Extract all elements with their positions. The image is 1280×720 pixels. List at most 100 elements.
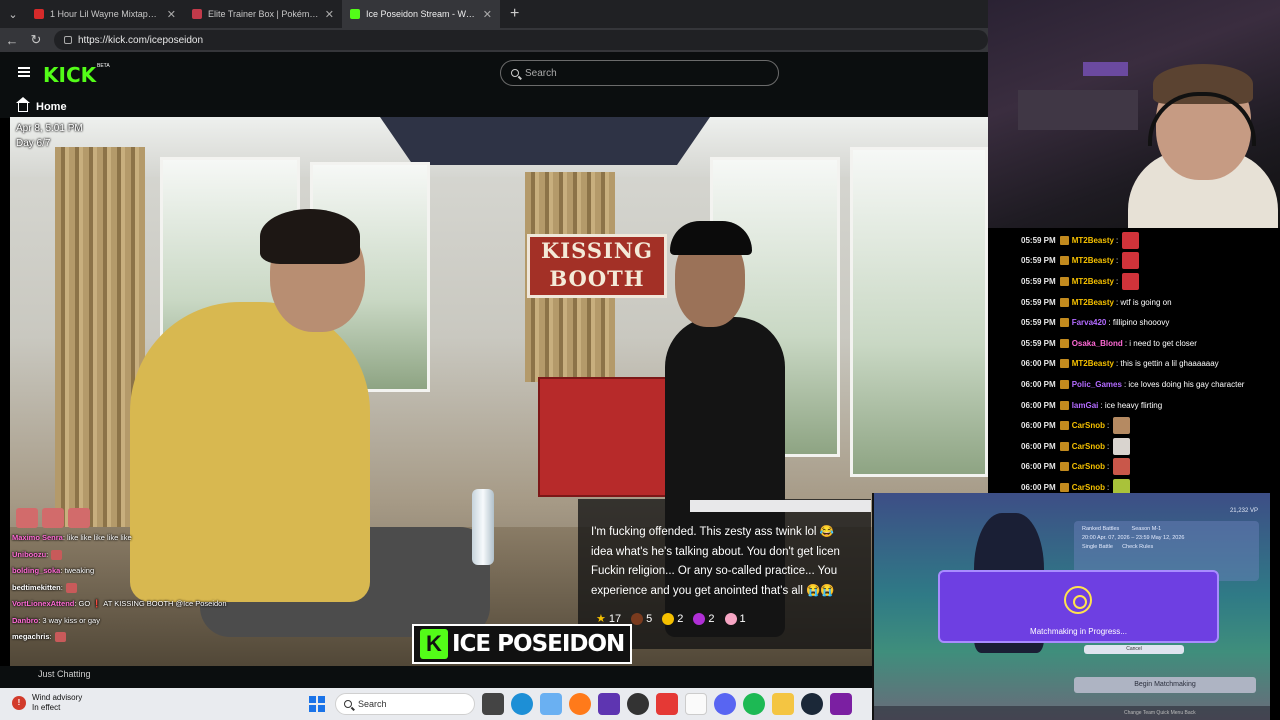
reaction-emoji-icon xyxy=(631,612,644,625)
chat-username[interactable]: CarSnob xyxy=(1072,442,1105,451)
chat-message: 05:59 PM MT2Beasty: xyxy=(988,230,1280,251)
chat-text: fillipino shooovy xyxy=(1112,318,1170,328)
stream-date: Apr 8, 5:01 PM xyxy=(16,123,83,134)
sidebar-item-home[interactable]: Home xyxy=(0,96,990,118)
app-icon[interactable] xyxy=(627,693,649,715)
chat-colon: : xyxy=(1107,462,1112,472)
stream-name-banner: K ICE POSEIDON xyxy=(412,624,633,664)
browser-tab[interactable]: Elite Trainer Box | Pokémon Center ✕ xyxy=(184,0,342,28)
chat-message: 06:00 PM MT2Beasty: this is gettin a lil … xyxy=(988,354,1280,375)
overlay-chat-user: Danbro xyxy=(12,615,39,625)
discord-icon[interactable] xyxy=(714,693,736,715)
chat-username[interactable]: CarSnob xyxy=(1072,462,1105,471)
reaction-count: 5 xyxy=(646,612,653,625)
badge-icon xyxy=(1059,400,1069,410)
taskbar-apps: Search xyxy=(306,693,852,715)
firefox-icon[interactable] xyxy=(569,693,591,715)
spotify-icon[interactable] xyxy=(743,693,765,715)
panel-title: Ranked Battles Season M-1 xyxy=(1082,525,1251,534)
webcam-background xyxy=(1083,62,1128,76)
browser-tab[interactable]: 1 Hour Lil Wayne Mixtape Prime ✕ xyxy=(26,0,184,28)
url-input[interactable]: https://kick.com/iceposeidon xyxy=(54,30,988,50)
chat-username[interactable]: Farva420 xyxy=(1072,318,1107,327)
game-footer-hints: Change Team Quick Menu Back xyxy=(874,706,1270,720)
chat-time: 06:00 PM xyxy=(1021,359,1056,369)
weather-widget[interactable]: ! Wind advisory In effect xyxy=(12,693,82,713)
overlay-chat-text: tweaking xyxy=(64,566,95,575)
reload-icon[interactable]: ↻ xyxy=(24,32,48,48)
reaction-count: 1 xyxy=(739,612,746,625)
kick-logo[interactable]: KICK xyxy=(43,63,96,87)
reaction: 1 xyxy=(724,612,746,625)
category-strip xyxy=(0,666,872,688)
back-arrow-icon[interactable]: ← xyxy=(0,33,24,48)
chat-time: 05:59 PM xyxy=(1021,276,1056,286)
folder-icon[interactable] xyxy=(772,693,794,715)
edge-icon[interactable] xyxy=(511,693,533,715)
check-rules-button[interactable]: Check Rules xyxy=(1122,544,1153,550)
steam-icon[interactable] xyxy=(801,693,823,715)
chat-username[interactable]: MT2Beasty xyxy=(1072,236,1114,245)
tab-title: Ice Poseidon Stream - Watch xyxy=(366,9,477,19)
close-tab-icon[interactable]: ✕ xyxy=(483,8,492,21)
panel-mode-row: Single Battle Check Rules xyxy=(1082,543,1251,552)
chat-username[interactable]: MT2Beasty xyxy=(1072,277,1114,286)
new-tab-plus-icon[interactable]: + xyxy=(500,5,529,23)
browser-tab-bar: ⌄ 1 Hour Lil Wayne Mixtape Prime ✕ Elite… xyxy=(0,0,990,28)
menu-hamburger-icon[interactable] xyxy=(18,67,30,77)
reaction-emoji-icon xyxy=(724,612,737,625)
badge-icon xyxy=(1059,276,1069,286)
overlay-chat-line: bedtimekitten: xyxy=(12,580,252,597)
webcam-background xyxy=(1018,90,1138,130)
chat-time: 05:59 PM xyxy=(1021,297,1056,307)
cancel-button[interactable]: Cancel xyxy=(1084,645,1184,654)
chat-message: 06:00 PM CarSnob: xyxy=(988,415,1280,436)
site-info-icon[interactable] xyxy=(64,36,72,44)
taskbar-search-input[interactable]: Search xyxy=(335,693,475,715)
badge-icon xyxy=(1059,379,1069,389)
scene-cabinet xyxy=(538,377,668,497)
badge-icon xyxy=(1059,421,1069,431)
chat-username[interactable]: IamGai xyxy=(1072,401,1099,410)
chat-username[interactable]: Polic_Games xyxy=(1072,380,1122,389)
matchmaking-dialog: Matchmaking in Progress... xyxy=(938,570,1219,643)
weather-title: Wind advisory xyxy=(32,693,83,702)
badge-icon xyxy=(1059,441,1069,451)
search-input[interactable]: Search xyxy=(500,60,779,86)
panel-title-text: Ranked Battles xyxy=(1082,526,1120,532)
emote-image xyxy=(42,508,64,528)
chat-username[interactable]: MT2Beasty xyxy=(1072,298,1114,307)
reaction-emoji-icon xyxy=(662,612,675,625)
close-tab-icon[interactable]: ✕ xyxy=(167,8,176,21)
emote-image xyxy=(65,582,77,593)
app-icon[interactable] xyxy=(540,693,562,715)
tab-list-chevron-icon[interactable]: ⌄ xyxy=(0,0,26,28)
browser-tab-active[interactable]: Ice Poseidon Stream - Watch ✕ xyxy=(342,0,500,28)
chat-username[interactable]: MT2Beasty xyxy=(1072,359,1114,368)
stream-category[interactable]: Just Chatting xyxy=(38,669,91,679)
chat-username[interactable]: MT2Beasty xyxy=(1072,256,1114,265)
search-icon xyxy=(511,69,519,77)
video-chat-overlay: Maximo Senra: like like like like like U… xyxy=(12,508,252,646)
chat-colon: : xyxy=(1115,235,1121,245)
begin-matchmaking-button[interactable]: Begin Matchmaking xyxy=(1074,677,1256,693)
start-windows-icon[interactable] xyxy=(306,693,328,715)
task-view-icon[interactable] xyxy=(482,693,504,715)
game-vp-counter: 21,232 VP xyxy=(1229,508,1258,514)
chat-username[interactable]: CarSnob xyxy=(1072,421,1105,430)
close-tab-icon[interactable]: ✕ xyxy=(325,8,334,21)
overlay-chat-line: megachris: xyxy=(12,629,252,646)
app-icon[interactable] xyxy=(830,693,852,715)
app-icon[interactable] xyxy=(656,693,678,715)
overlay-chat-user: Maximo Senra xyxy=(12,533,63,542)
search-placeholder: Search xyxy=(525,67,557,79)
quote-line: experience and you get anointed that's a… xyxy=(591,584,835,597)
app-icon[interactable] xyxy=(598,693,620,715)
reaction: 5 xyxy=(631,612,653,625)
chat-username[interactable]: CarSnob xyxy=(1072,483,1105,492)
music-icon[interactable] xyxy=(685,693,707,715)
chat-username[interactable]: Osaka_Blond xyxy=(1072,339,1123,348)
quote-card-strip xyxy=(690,500,871,512)
chat-time: 06:00 PM xyxy=(1021,400,1056,410)
panel-season: Season M-1 xyxy=(1131,526,1162,532)
